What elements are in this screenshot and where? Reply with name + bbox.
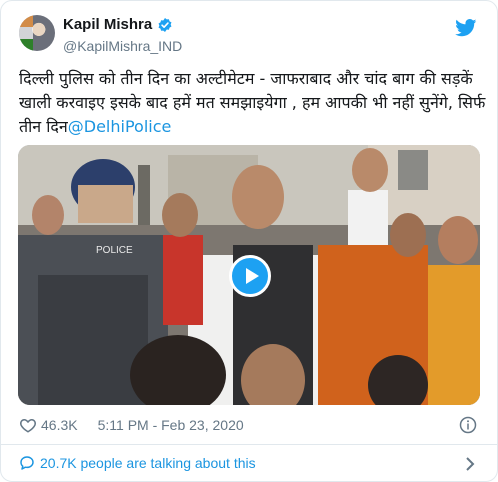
author-name-row: Kapil Mishra bbox=[63, 16, 173, 33]
author-display-name[interactable]: Kapil Mishra bbox=[63, 16, 152, 33]
tweet-meta: 46.3K 5:11 PM - Feb 23, 2020 bbox=[19, 415, 244, 435]
speech-bubble-icon bbox=[20, 456, 34, 470]
tweet-line-3-text: तीन दिन bbox=[19, 117, 68, 136]
info-icon[interactable] bbox=[459, 416, 477, 434]
avatar[interactable] bbox=[19, 15, 55, 51]
play-icon[interactable] bbox=[229, 255, 271, 297]
like-button[interactable]: 46.3K bbox=[19, 416, 78, 434]
avatar-flag bbox=[19, 15, 33, 51]
chevron-right-icon bbox=[466, 457, 475, 471]
tweet-line-1: दिल्ली पुलिस को तीन दिन का अल्टीमेटम - ज… bbox=[19, 69, 473, 88]
like-count: 46.3K bbox=[41, 417, 78, 433]
tweet-card: Kapil Mishra @KapilMishra_IND दिल्ली पुल… bbox=[0, 0, 498, 482]
author-handle[interactable]: @KapilMishra_IND bbox=[63, 38, 182, 54]
verified-badge-icon bbox=[158, 17, 172, 32]
tweet-text: दिल्ली पुलिस को तीन दिन का अल्टीमेटम - ज… bbox=[19, 67, 486, 139]
twitter-bird-icon[interactable] bbox=[455, 19, 477, 37]
mention-link[interactable]: @DelhiPolice bbox=[68, 117, 172, 136]
conversation-label: 20.7K people are talking about this bbox=[40, 455, 256, 471]
conversation-link[interactable]: 20.7K people are talking about this bbox=[1, 445, 497, 481]
tweet-line-3: तीन दिन@DelhiPolice bbox=[19, 115, 481, 139]
heart-icon bbox=[20, 418, 36, 433]
tweet-timestamp[interactable]: 5:11 PM - Feb 23, 2020 bbox=[98, 417, 244, 433]
tweet-line-2: खाली करवाइए इसके बाद हमें मत समझाइयेगा ,… bbox=[19, 93, 486, 112]
police-vest-text: POLICE bbox=[96, 245, 133, 256]
